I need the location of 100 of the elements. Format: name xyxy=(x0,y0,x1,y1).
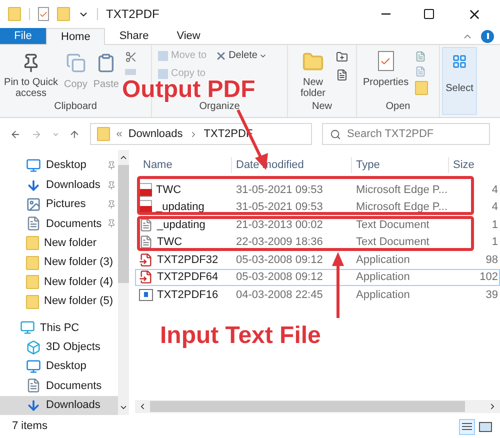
window-title: TXT2PDF xyxy=(106,6,160,23)
breadcrumb[interactable]: Downloads xyxy=(128,126,183,142)
file-row[interactable]: TXT2PDF64 05-03-2008 09:12 Application 102 xyxy=(135,268,500,286)
ribbon-tab[interactable]: File xyxy=(0,28,46,44)
file-date: 22-03-2009 18:36 xyxy=(235,235,324,250)
easy-access-icon[interactable] xyxy=(336,69,348,81)
horizontal-scrollbar[interactable] xyxy=(135,400,500,413)
folder-icon xyxy=(97,127,110,141)
clipboard-icon xyxy=(96,53,116,73)
new-folder-button[interactable]: New folder xyxy=(296,51,330,99)
file-name: TWC xyxy=(156,182,182,198)
file-name: _updating xyxy=(156,200,204,215)
details-view-icon[interactable] xyxy=(459,418,475,434)
pin-button[interactable]: Pin to Quick access xyxy=(4,49,58,99)
file-size: 4 xyxy=(490,200,499,215)
properties-icon[interactable] xyxy=(38,7,49,21)
sidebar-item[interactable]: New folder (5) xyxy=(0,292,118,312)
group-label: Open xyxy=(386,100,410,114)
group-label: Organize xyxy=(199,101,240,114)
sidebar-item[interactable]: Downloads xyxy=(0,175,118,195)
file-row[interactable]: _updating 31-05-2021 09:53 Microsoft Edge P... 4 xyxy=(135,198,500,216)
annotation-label: Input Text File xyxy=(160,321,321,351)
file-row[interactable]: TXT2PDF32 05-03-2008 09:12 Application 98 xyxy=(135,251,500,268)
ribbon-tab[interactable]: View xyxy=(162,28,214,44)
search-field[interactable]: Search TXT2PDF xyxy=(322,123,490,145)
delete-button[interactable]: Delete xyxy=(214,48,268,63)
folder-icon xyxy=(8,7,21,21)
monitor-icon xyxy=(26,158,41,174)
group-label: New xyxy=(312,100,332,114)
file-type: Microsoft Edge P... xyxy=(355,182,449,198)
file-date: 31-05-2021 09:53 xyxy=(235,182,324,198)
application-icon xyxy=(139,252,153,267)
scroll-right-icon[interactable] xyxy=(488,402,497,411)
sidebar-item[interactable]: This PC xyxy=(0,318,118,338)
folder-icon xyxy=(26,275,39,290)
file-row[interactable]: _updating 21-03-2013 00:02 Text Document 1 xyxy=(135,216,500,234)
breadcrumb-separator: « xyxy=(116,126,122,142)
ribbon-tab[interactable]: Home xyxy=(46,28,106,45)
folder-icon xyxy=(26,294,39,309)
sidebar-item[interactable]: Pictures xyxy=(0,194,118,214)
properties-icon xyxy=(378,51,394,71)
text-file-icon xyxy=(139,235,153,250)
group-label: Clipboard xyxy=(54,100,97,114)
file-row[interactable]: TWC 31-05-2021 09:53 Microsoft Edge P... 4 xyxy=(135,181,500,198)
sidebar-item[interactable]: Documents xyxy=(0,376,118,396)
pdf-file-icon xyxy=(139,182,152,197)
file-type: Application xyxy=(355,288,411,302)
item-count: 7 items xyxy=(12,419,48,434)
sidebar-item[interactable]: Documents xyxy=(0,214,118,234)
help-icon[interactable] xyxy=(481,30,494,42)
file-date: 05-03-2008 09:12 xyxy=(235,252,324,268)
sidebar-item[interactable]: 3D Objects xyxy=(0,337,118,357)
file-name: TXT2PDF32 xyxy=(157,252,218,268)
properties-button[interactable]: Properties xyxy=(363,51,409,99)
select-button[interactable]: Select xyxy=(442,47,477,115)
file-size: 4 xyxy=(490,182,499,198)
folder-icon xyxy=(302,51,324,73)
scroll-down-icon[interactable] xyxy=(118,403,128,412)
file-type: Text Document xyxy=(355,235,430,250)
sidebar-item[interactable]: New folder xyxy=(0,234,118,254)
maximize-icon[interactable] xyxy=(423,8,435,20)
scroll-left-icon[interactable] xyxy=(138,402,147,411)
sidebar-item[interactable]: Desktop xyxy=(0,156,118,176)
file-type: Application xyxy=(355,252,411,268)
cube-icon xyxy=(26,340,41,355)
thumbnails-view-icon[interactable] xyxy=(479,422,492,432)
download-icon xyxy=(26,398,41,413)
application-icon xyxy=(139,288,153,301)
sidebar-item[interactable]: Desktop xyxy=(0,356,118,376)
file-type: Text Document xyxy=(355,218,430,232)
folder-icon xyxy=(26,256,39,270)
annotation-arrow xyxy=(332,252,344,318)
file-size: 1 xyxy=(490,235,499,250)
search-icon xyxy=(330,129,341,140)
annotation-label: Output PDF xyxy=(122,78,256,102)
column-header[interactable]: Name xyxy=(135,156,231,173)
copy-icon xyxy=(66,53,86,73)
scroll-up-icon[interactable] xyxy=(118,153,128,162)
file-name: TWC xyxy=(157,235,182,250)
file-date: 05-03-2008 09:12 xyxy=(235,270,324,285)
monitor-icon xyxy=(26,359,41,374)
file-size: 102 xyxy=(478,270,499,285)
ribbon-tab[interactable]: Share xyxy=(105,28,163,44)
file-date: 21-03-2013 00:02 xyxy=(235,218,324,232)
column-header[interactable]: Type xyxy=(351,156,448,173)
document-icon xyxy=(26,378,41,394)
new-item-icon[interactable] xyxy=(336,51,348,63)
computer-icon xyxy=(20,320,35,336)
file-name: _updating xyxy=(157,218,206,232)
text-file-icon xyxy=(139,218,153,232)
sidebar-item[interactable]: Downloads xyxy=(0,396,118,416)
sidebar-item[interactable]: New folder (3) xyxy=(0,253,118,272)
vertical-scrollbar[interactable] xyxy=(118,150,129,415)
sidebar-item[interactable]: New folder (4) xyxy=(0,272,118,292)
column-header[interactable]: Size xyxy=(448,156,500,173)
file-name: TXT2PDF64 xyxy=(157,270,218,285)
file-row[interactable]: TXT2PDF16 04-03-2008 22:45 Application 39 xyxy=(135,286,500,304)
scissors-icon[interactable] xyxy=(124,51,137,63)
file-size: 39 xyxy=(484,288,499,302)
file-row[interactable]: TWC 22-03-2009 18:36 Text Document 1 xyxy=(135,234,500,251)
